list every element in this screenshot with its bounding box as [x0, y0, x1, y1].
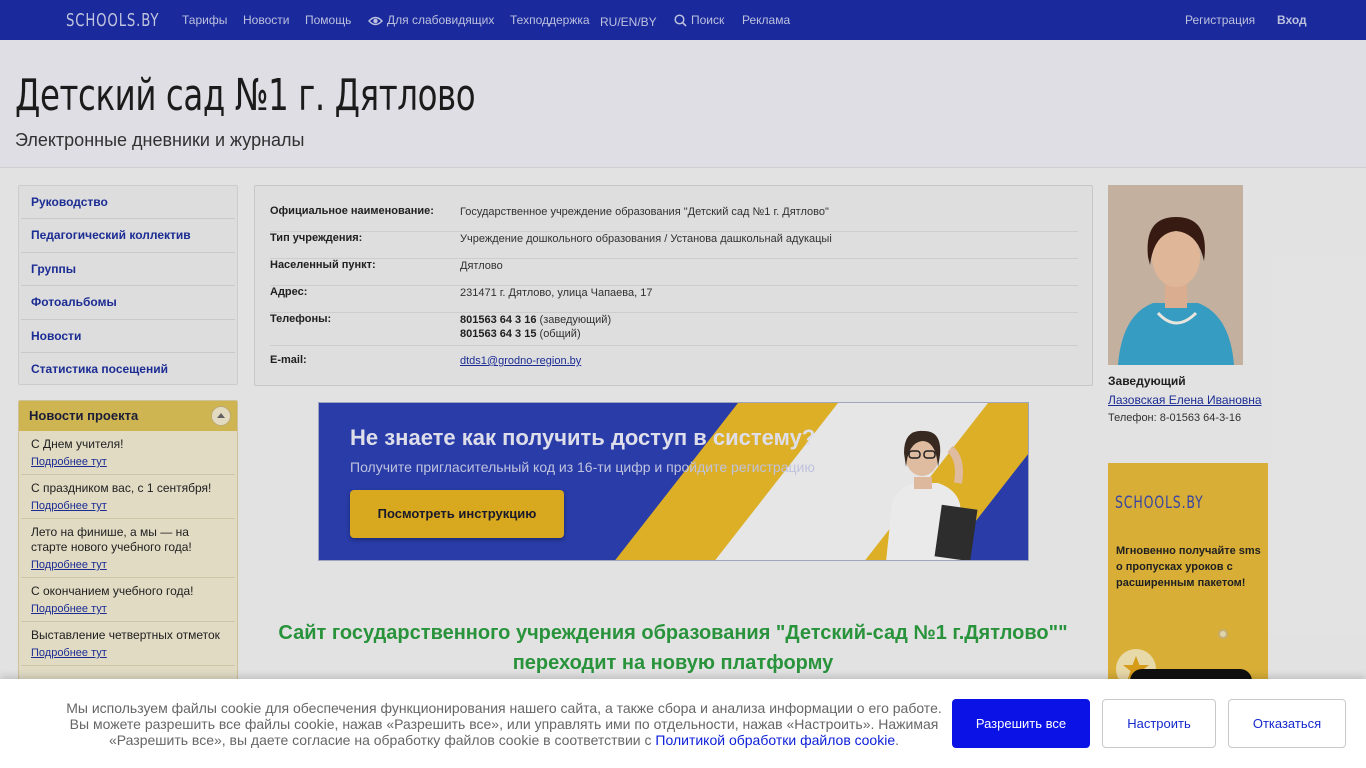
- cookie-policy-link[interactable]: Политикой обработки файлов cookie: [655, 732, 895, 748]
- cookie-text-line: «Разрешить все», вы даете согласие на об…: [108, 732, 656, 748]
- cookie-text: Мы используем файлы cookie для обеспечен…: [52, 700, 956, 748]
- decline-button[interactable]: Отказаться: [1228, 699, 1346, 748]
- accept-all-button[interactable]: Разрешить все: [952, 699, 1090, 748]
- cookie-text-line: Вы можете разрешить все файлы cookie, на…: [69, 716, 939, 732]
- cookie-text-line: Мы используем файлы cookie для обеспечен…: [66, 700, 942, 716]
- cookie-consent-banner: Мы используем файлы cookie для обеспечен…: [0, 679, 1366, 768]
- cookie-settings-button[interactable]: Настроить: [1102, 699, 1216, 748]
- cookie-text-end: .: [895, 732, 900, 748]
- page-dim-overlay: [0, 0, 1366, 768]
